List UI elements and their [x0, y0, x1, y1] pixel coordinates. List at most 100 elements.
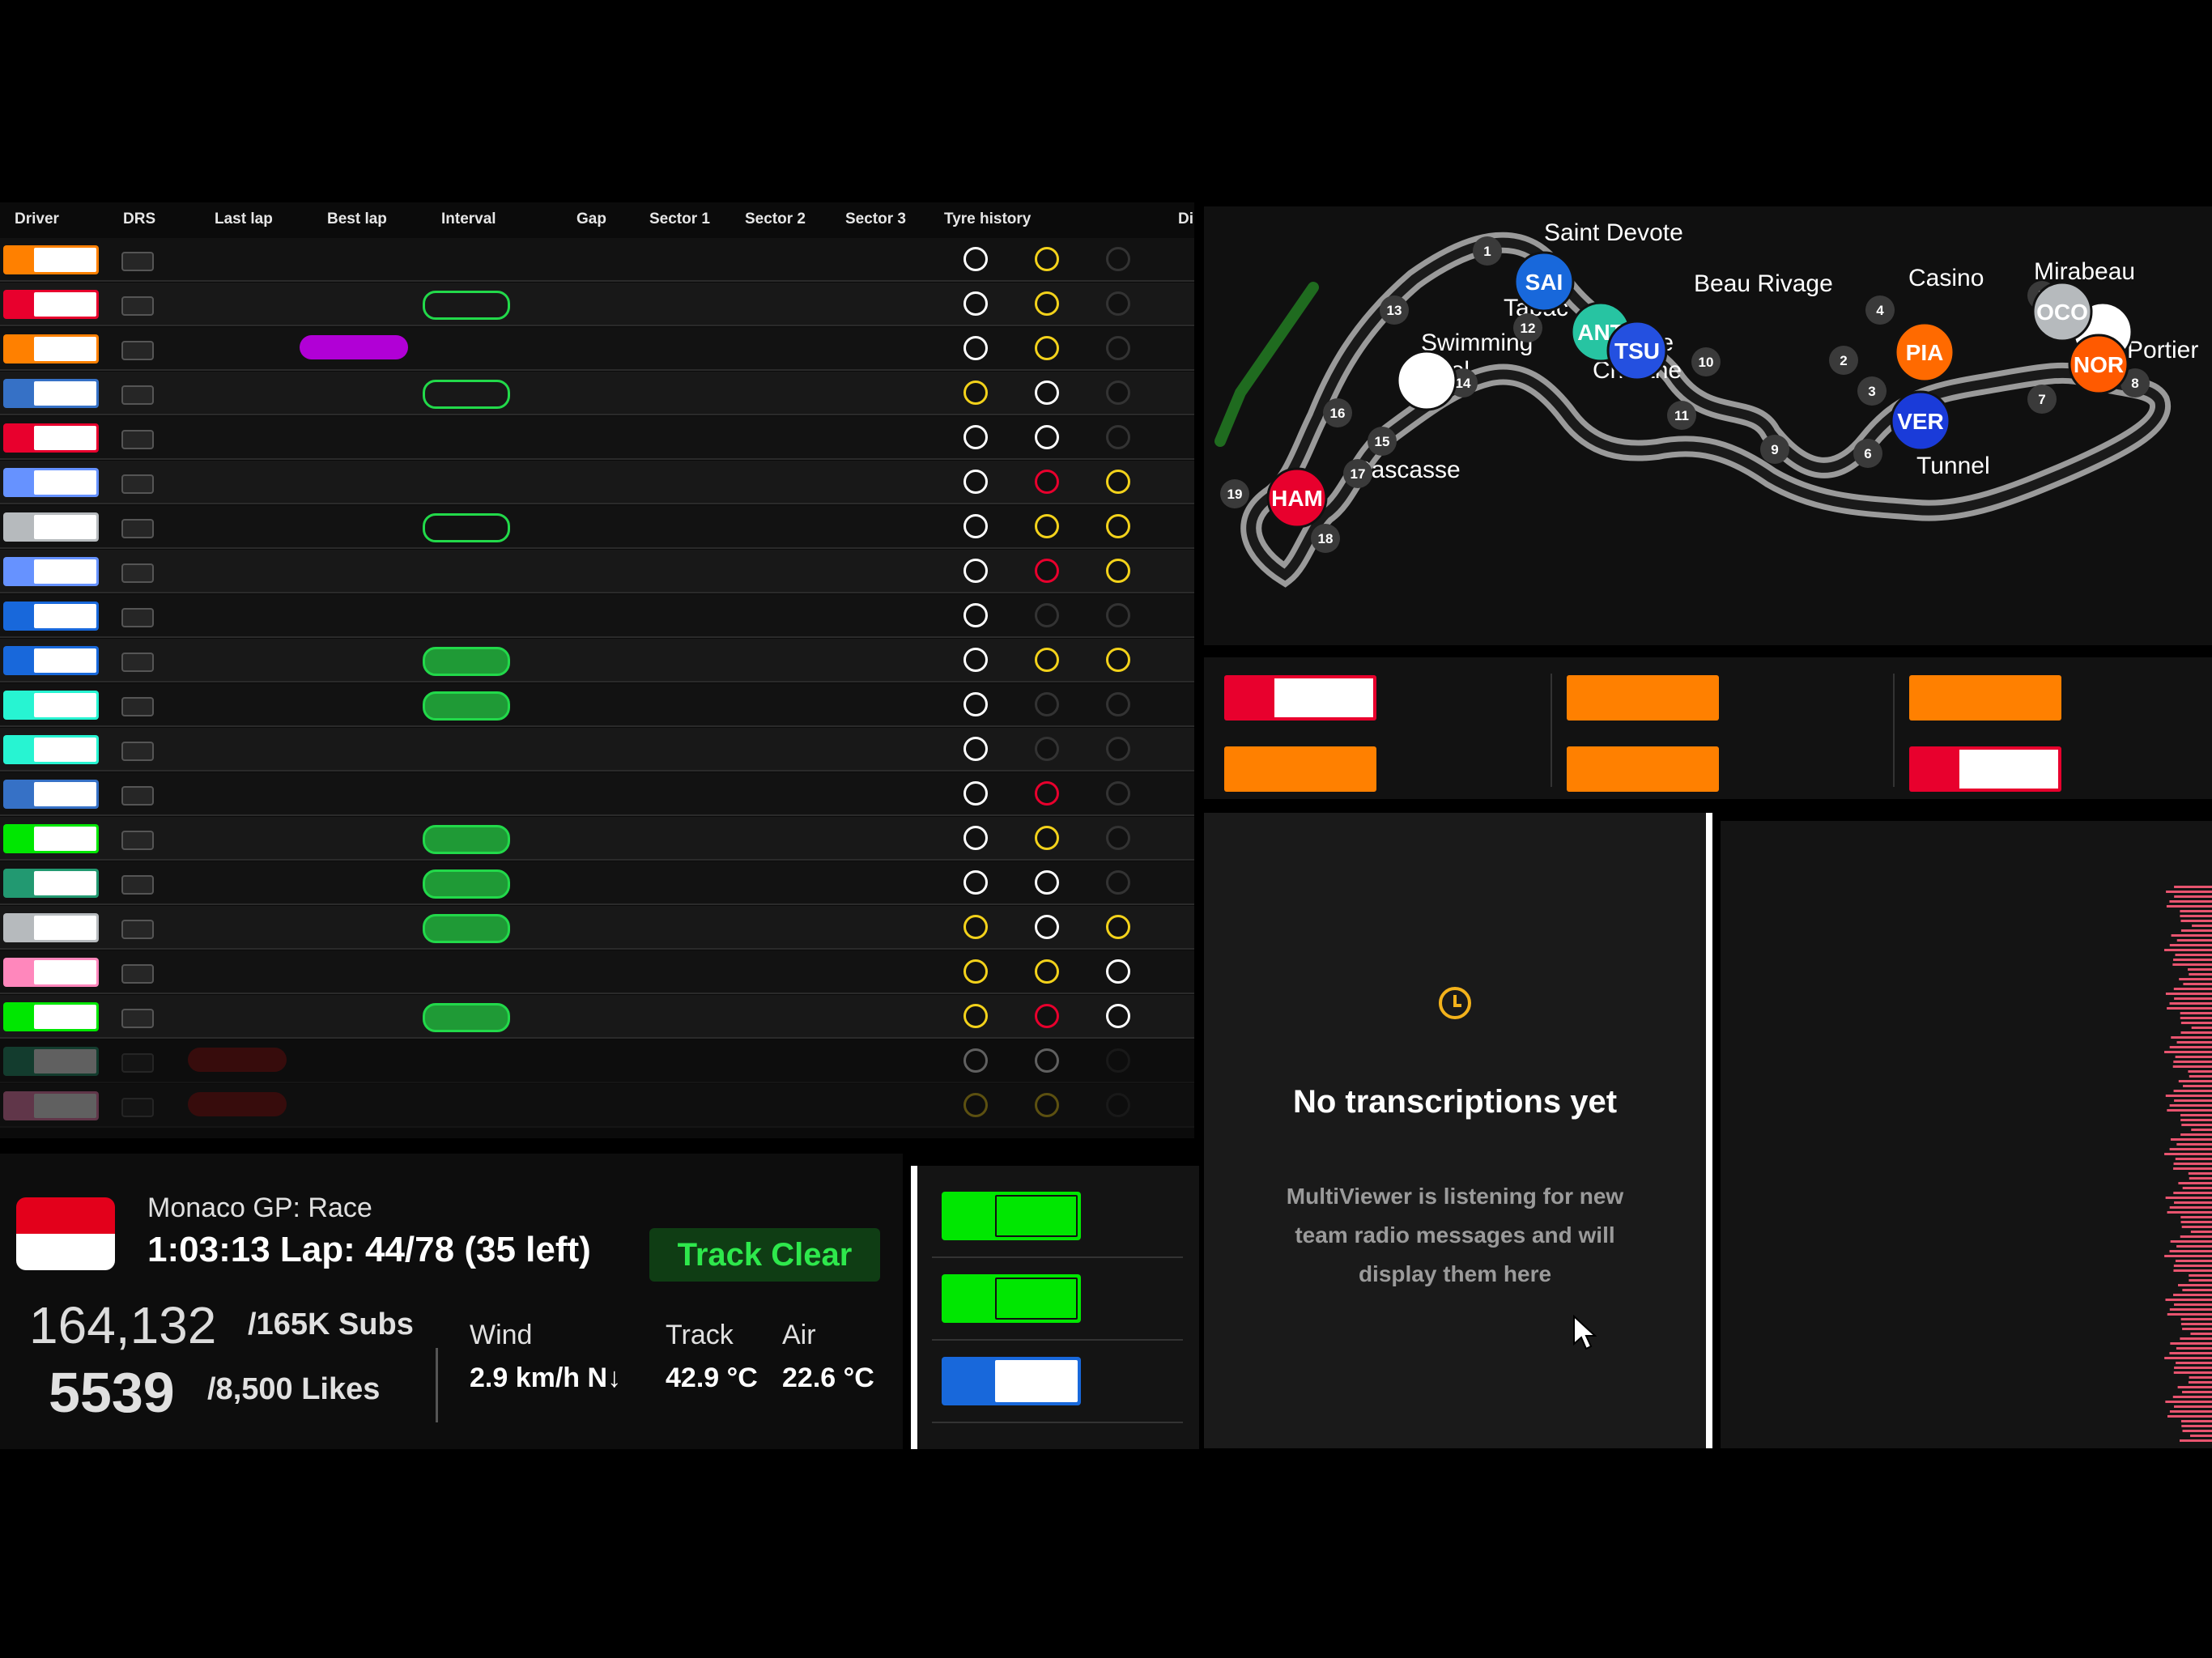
table-row[interactable] — [0, 861, 1194, 905]
table-row[interactable] — [0, 772, 1194, 816]
driver-badge[interactable] — [3, 602, 99, 631]
sector-leader-entry[interactable] — [1909, 670, 2212, 726]
waveform-bar — [2188, 1172, 2212, 1175]
table-row[interactable] — [0, 639, 1194, 682]
waveform-bar — [2180, 1133, 2212, 1136]
speed-entry[interactable] — [932, 1175, 1183, 1258]
tyre-compound-icon — [1106, 603, 1130, 627]
driver-position — [3, 735, 34, 764]
driver-badge[interactable] — [3, 468, 99, 497]
driver-badge[interactable] — [3, 245, 99, 274]
driver-position — [3, 245, 34, 274]
sector-leader-entry[interactable] — [1224, 670, 1540, 726]
car-marker[interactable]: TSU — [1606, 320, 1668, 381]
table-row[interactable] — [0, 372, 1194, 415]
driver-badge[interactable] — [3, 691, 99, 720]
table-row[interactable] — [0, 238, 1194, 282]
car-marker[interactable]: SAI — [1513, 251, 1575, 312]
table-row[interactable] — [0, 550, 1194, 593]
waveform-bar — [2174, 886, 2212, 888]
sector-position — [1909, 746, 1959, 792]
sector-leader-entry[interactable] — [1909, 741, 2212, 797]
table-row[interactable] — [0, 950, 1194, 994]
car-marker[interactable]: OCO — [2031, 281, 2093, 342]
driver-badge[interactable] — [3, 869, 99, 898]
table-row[interactable] — [0, 1039, 1194, 1083]
tyre-compound-icon — [1035, 514, 1059, 538]
driver-badge[interactable] — [3, 958, 99, 987]
waveform-bar — [2166, 891, 2212, 893]
car-marker[interactable]: VER — [1890, 390, 1951, 452]
col-interval[interactable]: Interval — [441, 210, 496, 228]
col-tyre-history[interactable]: Tyre history — [944, 210, 1031, 228]
driver-badge[interactable] — [3, 1047, 99, 1076]
corner-label: Mirabeau — [2034, 258, 2135, 285]
col-drs[interactable]: DRS — [123, 210, 155, 228]
driver-badge[interactable] — [3, 512, 99, 542]
driver-position — [3, 334, 34, 363]
track-map[interactable]: Saint DevoteBeau RivageCasinoMirabeauTab… — [1204, 206, 2212, 645]
col-sector1[interactable]: Sector 1 — [649, 210, 710, 228]
car-marker[interactable]: LAW — [1396, 350, 1457, 411]
drs-indicator — [121, 252, 154, 271]
sector-leader-entry[interactable] — [1567, 670, 1882, 726]
audio-waveform — [1721, 821, 2212, 1448]
col-sector2[interactable]: Sector 2 — [745, 210, 806, 228]
speed-driver-code — [995, 1278, 1078, 1320]
col-gap[interactable]: Gap — [576, 210, 606, 228]
table-row[interactable] — [0, 817, 1194, 861]
driver-badge[interactable] — [3, 423, 99, 453]
driver-badge[interactable] — [3, 913, 99, 942]
col-last-lap[interactable]: Last lap — [215, 210, 273, 228]
driver-badge[interactable] — [3, 780, 99, 809]
table-row[interactable] — [0, 906, 1194, 950]
sector-leaders — [1204, 657, 2212, 799]
driver-badge[interactable] — [3, 1002, 99, 1031]
driver-badge[interactable] — [3, 1091, 99, 1120]
table-row[interactable] — [0, 327, 1194, 371]
col-driver[interactable]: Driver — [15, 210, 59, 228]
waveform-bar — [2165, 1299, 2212, 1301]
sector-driver-code — [1274, 678, 1373, 717]
driver-badge[interactable] — [3, 557, 99, 586]
car-marker[interactable]: HAM — [1266, 467, 1328, 529]
table-row[interactable] — [0, 283, 1194, 326]
col-sector3[interactable]: Sector 3 — [845, 210, 906, 228]
driver-badge[interactable] — [3, 379, 99, 408]
turn-number-marker: 15 — [1368, 427, 1397, 456]
subs-count: 164,132 — [29, 1296, 217, 1354]
table-row[interactable] — [0, 683, 1194, 727]
driver-badge[interactable] — [3, 334, 99, 363]
driver-badge[interactable] — [3, 290, 99, 319]
col-best-lap[interactable]: Best lap — [327, 210, 387, 228]
car-marker-label: VER — [1897, 409, 1944, 434]
table-row[interactable] — [0, 728, 1194, 772]
tyre-compound-icon — [963, 1093, 988, 1117]
sector-leader-entry[interactable] — [1567, 741, 1882, 797]
tyre-compound-icon — [1035, 781, 1059, 806]
waveform-bar — [2169, 1410, 2212, 1413]
waveform-bar — [2180, 1031, 2212, 1034]
sector-leader-entry[interactable] — [1224, 741, 1540, 797]
table-row[interactable] — [0, 416, 1194, 460]
table-row[interactable] — [0, 995, 1194, 1039]
timing-table: Driver DRS Last lap Best lap Interval Ga… — [0, 202, 1194, 1138]
waveform-bar — [2172, 1396, 2212, 1398]
speed-entry[interactable] — [932, 1341, 1183, 1423]
driver-badge[interactable] — [3, 824, 99, 853]
waveform-bar — [2180, 1216, 2212, 1218]
driver-badge[interactable] — [3, 735, 99, 764]
speed-entry[interactable] — [932, 1258, 1183, 1341]
drs-indicator — [121, 519, 154, 538]
table-row[interactable] — [0, 594, 1194, 638]
table-row[interactable] — [0, 505, 1194, 549]
col-diff[interactable]: Di — [1178, 210, 1193, 228]
car-marker[interactable]: NOR — [2068, 334, 2129, 395]
table-row[interactable] — [0, 461, 1194, 504]
waveform-bar — [2180, 1235, 2212, 1238]
table-row[interactable] — [0, 1084, 1194, 1128]
last-lap-status — [188, 1048, 287, 1072]
waveform-bar — [2180, 1221, 2212, 1223]
car-marker[interactable]: PIA — [1894, 321, 1955, 383]
driver-badge[interactable] — [3, 646, 99, 675]
